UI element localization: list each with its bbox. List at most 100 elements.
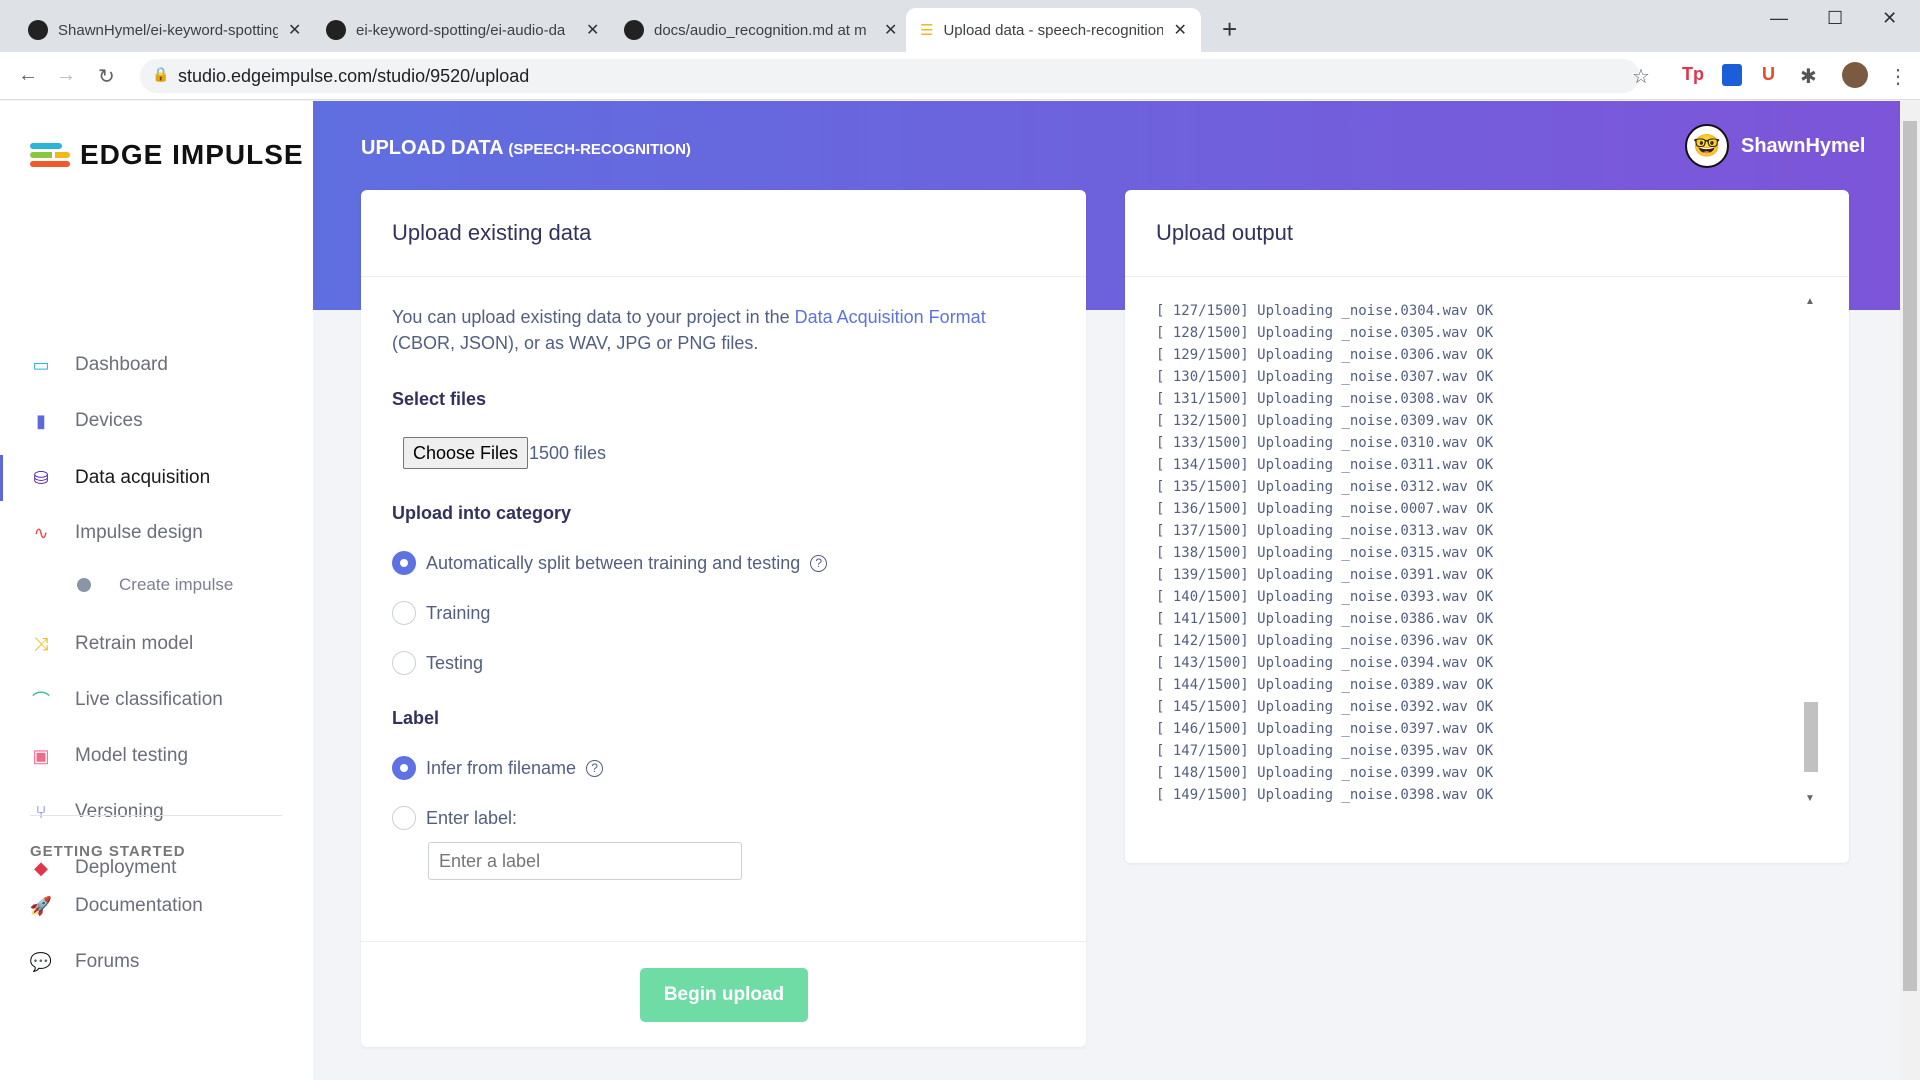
radio-infer-from-filename[interactable]: Infer from filename? [392, 756, 604, 780]
card-footer-divider [361, 941, 1086, 942]
chip-icon: ▮ [36, 410, 46, 431]
extension-icon[interactable]: Tp [1682, 64, 1704, 85]
close-tab-icon[interactable]: ✕ [288, 20, 301, 40]
sidebar-item-impulse-design[interactable]: ∿ Impulse design [0, 510, 313, 556]
sidebar-item-retrain-model[interactable]: ⤨ Retrain model [0, 621, 313, 667]
card-title: Upload output [1125, 190, 1849, 277]
tab[interactable]: ShawnHymel/ei-keyword-spotting ✕ [14, 8, 315, 52]
select-files-label: Select files [392, 389, 487, 409]
radio-enter-label[interactable]: Enter label: [392, 806, 517, 830]
log-line: [ 132/1500] Uploading _noise.0309.wav OK [1156, 413, 1494, 429]
url-input[interactable]: 🔒 studio.edgeimpulse.com/studio/9520/uplo… [140, 59, 1640, 93]
bookmark-star-icon[interactable]: ☆ [1632, 64, 1650, 89]
extension-icon[interactable] [1722, 64, 1742, 86]
page-scrollbar[interactable] [1900, 101, 1920, 1080]
github-icon [624, 20, 644, 40]
tab[interactable]: ei-keyword-spotting/ei-audio-da ✕ [312, 8, 613, 52]
log-line: [ 137/1500] Uploading _noise.0313.wav OK [1156, 523, 1494, 539]
tab-active[interactable]: ☰ Upload data - speech-recognition ✕ [906, 8, 1201, 52]
edge-impulse-favicon-icon: ☰ [920, 22, 934, 39]
log-line: [ 135/1500] Uploading _noise.0312.wav OK [1156, 479, 1494, 495]
tab-bar: ShawnHymel/ei-keyword-spotting ✕ ei-keywo… [0, 0, 1920, 52]
new-tab-button[interactable]: + [1222, 14, 1237, 45]
sidebar-item-dashboard[interactable]: ▭ Dashboard [0, 342, 313, 388]
radio-button[interactable] [392, 551, 416, 575]
close-tab-icon[interactable]: ✕ [1173, 20, 1186, 40]
close-tab-icon[interactable]: ✕ [586, 20, 599, 40]
github-icon [28, 20, 48, 40]
log-line: [ 146/1500] Uploading _noise.0397.wav OK [1156, 721, 1494, 737]
logo[interactable]: EDGE IMPULSE [30, 139, 304, 171]
edge-impulse-logo-icon [30, 140, 70, 170]
sidebar: EDGE IMPULSE ▭ Dashboard ▮ Devices ⛁ Data acq… [0, 101, 313, 1080]
extensions-puzzle-icon[interactable]: ✱ [1800, 64, 1817, 89]
log-line: [ 136/1500] Uploading _noise.0007.wav OK [1156, 501, 1494, 517]
label-input[interactable] [428, 842, 742, 880]
back-icon[interactable]: ← [18, 64, 38, 87]
address-bar-row: ← → ↻ 🔒 studio.edgeimpulse.com/studio/952… [0, 52, 1920, 100]
help-icon[interactable]: ? [586, 759, 604, 777]
user-menu[interactable]: 🤓 ShawnHymel [1685, 124, 1865, 168]
github-icon [326, 20, 346, 40]
sidebar-item-model-testing[interactable]: ▣ Model testing [0, 733, 313, 779]
radio-testing[interactable]: Testing [392, 651, 483, 675]
radio-auto-split[interactable]: Automatically split between training and… [392, 551, 828, 575]
sidebar-item-versioning[interactable]: ⑂ Versioning [0, 789, 313, 835]
sidebar-item-forums[interactable]: 💬 Forums [0, 939, 313, 985]
log-line: [ 149/1500] Uploading _noise.0398.wav OK [1156, 787, 1494, 803]
log-line: [ 128/1500] Uploading _noise.0305.wav OK [1156, 325, 1494, 341]
database-icon: ⛁ [33, 467, 49, 488]
live-icon: ⌒ [32, 691, 50, 711]
choose-files-button[interactable]: Choose Files [403, 437, 529, 469]
log-line: [ 147/1500] Uploading _noise.0395.wav OK [1156, 743, 1494, 759]
help-icon[interactable]: ? [810, 554, 828, 572]
sidebar-item-devices[interactable]: ▮ Devices [0, 398, 313, 444]
log-line: [ 148/1500] Uploading _noise.0399.wav OK [1156, 765, 1494, 781]
forward-icon[interactable]: → [56, 64, 76, 87]
tab[interactable]: docs/audio_recognition.md at m ✕ [610, 8, 911, 52]
clipboard-icon: ▣ [32, 745, 50, 766]
close-tab-icon[interactable]: ✕ [884, 20, 897, 40]
radio-button[interactable] [392, 806, 416, 830]
reload-icon[interactable]: ↻ [98, 64, 115, 89]
log-scrollbar[interactable]: ▲ ▼ [1802, 296, 1818, 804]
log-line: [ 127/1500] Uploading _noise.0304.wav OK [1156, 303, 1494, 319]
radio-button[interactable] [392, 601, 416, 625]
log-line: [ 139/1500] Uploading _noise.0391.wav OK [1156, 567, 1494, 583]
label-heading: Label [392, 708, 440, 728]
log-line: [ 130/1500] Uploading _noise.0307.wav OK [1156, 369, 1494, 385]
monitor-icon: ▭ [32, 354, 50, 375]
log-line: [ 143/1500] Uploading _noise.0394.wav OK [1156, 655, 1494, 671]
log-line: [ 145/1500] Uploading _noise.0392.wav OK [1156, 699, 1494, 715]
ublock-icon[interactable]: U [1762, 64, 1775, 85]
log-line: [ 140/1500] Uploading _noise.0393.wav OK [1156, 589, 1494, 605]
sidebar-subitem-create-impulse[interactable]: Create impulse [0, 575, 233, 595]
radio-button[interactable] [392, 651, 416, 675]
radio-button[interactable] [392, 756, 416, 780]
window-controls[interactable]: — ☐ ✕ [1770, 8, 1897, 29]
dot-icon [77, 578, 91, 592]
sidebar-item-documentation[interactable]: 🚀 Documentation [0, 883, 313, 929]
log-line: [ 129/1500] Uploading _noise.0306.wav OK [1156, 347, 1494, 363]
card-title: Upload existing data [361, 190, 1086, 277]
category-label: Upload into category [392, 503, 572, 523]
profile-avatar[interactable] [1842, 62, 1868, 88]
menu-kebab-icon[interactable]: ⋮ [1888, 64, 1908, 89]
log-line: [ 138/1500] Uploading _noise.0315.wav OK [1156, 545, 1494, 561]
lock-icon: 🔒 [152, 66, 170, 82]
branch-icon: ⑂ [35, 801, 47, 822]
section-heading: GETTING STARTED [30, 843, 186, 860]
pulse-icon: ∿ [33, 522, 49, 543]
data-acquisition-format-link[interactable]: Data Acquisition Format [795, 307, 986, 327]
log-line: [ 142/1500] Uploading _noise.0396.wav OK [1156, 633, 1494, 649]
sidebar-item-data-acquisition[interactable]: ⛁ Data acquisition [0, 455, 313, 501]
upload-log: [ 127/1500] Uploading _noise.0304.wav OK… [1156, 300, 1796, 803]
chat-icon: 💬 [29, 951, 53, 972]
sidebar-item-live-classification[interactable]: ⌒ Live classification [0, 677, 313, 723]
radio-training[interactable]: Training [392, 601, 490, 625]
page-title: UPLOAD DATA (SPEECH-RECOGNITION) [361, 137, 691, 159]
shuffle-icon: ⤨ [33, 633, 49, 654]
begin-upload-button[interactable]: Begin upload [640, 968, 808, 1022]
log-line: [ 133/1500] Uploading _noise.0310.wav OK [1156, 435, 1494, 451]
log-line: [ 134/1500] Uploading _noise.0311.wav OK [1156, 457, 1494, 473]
